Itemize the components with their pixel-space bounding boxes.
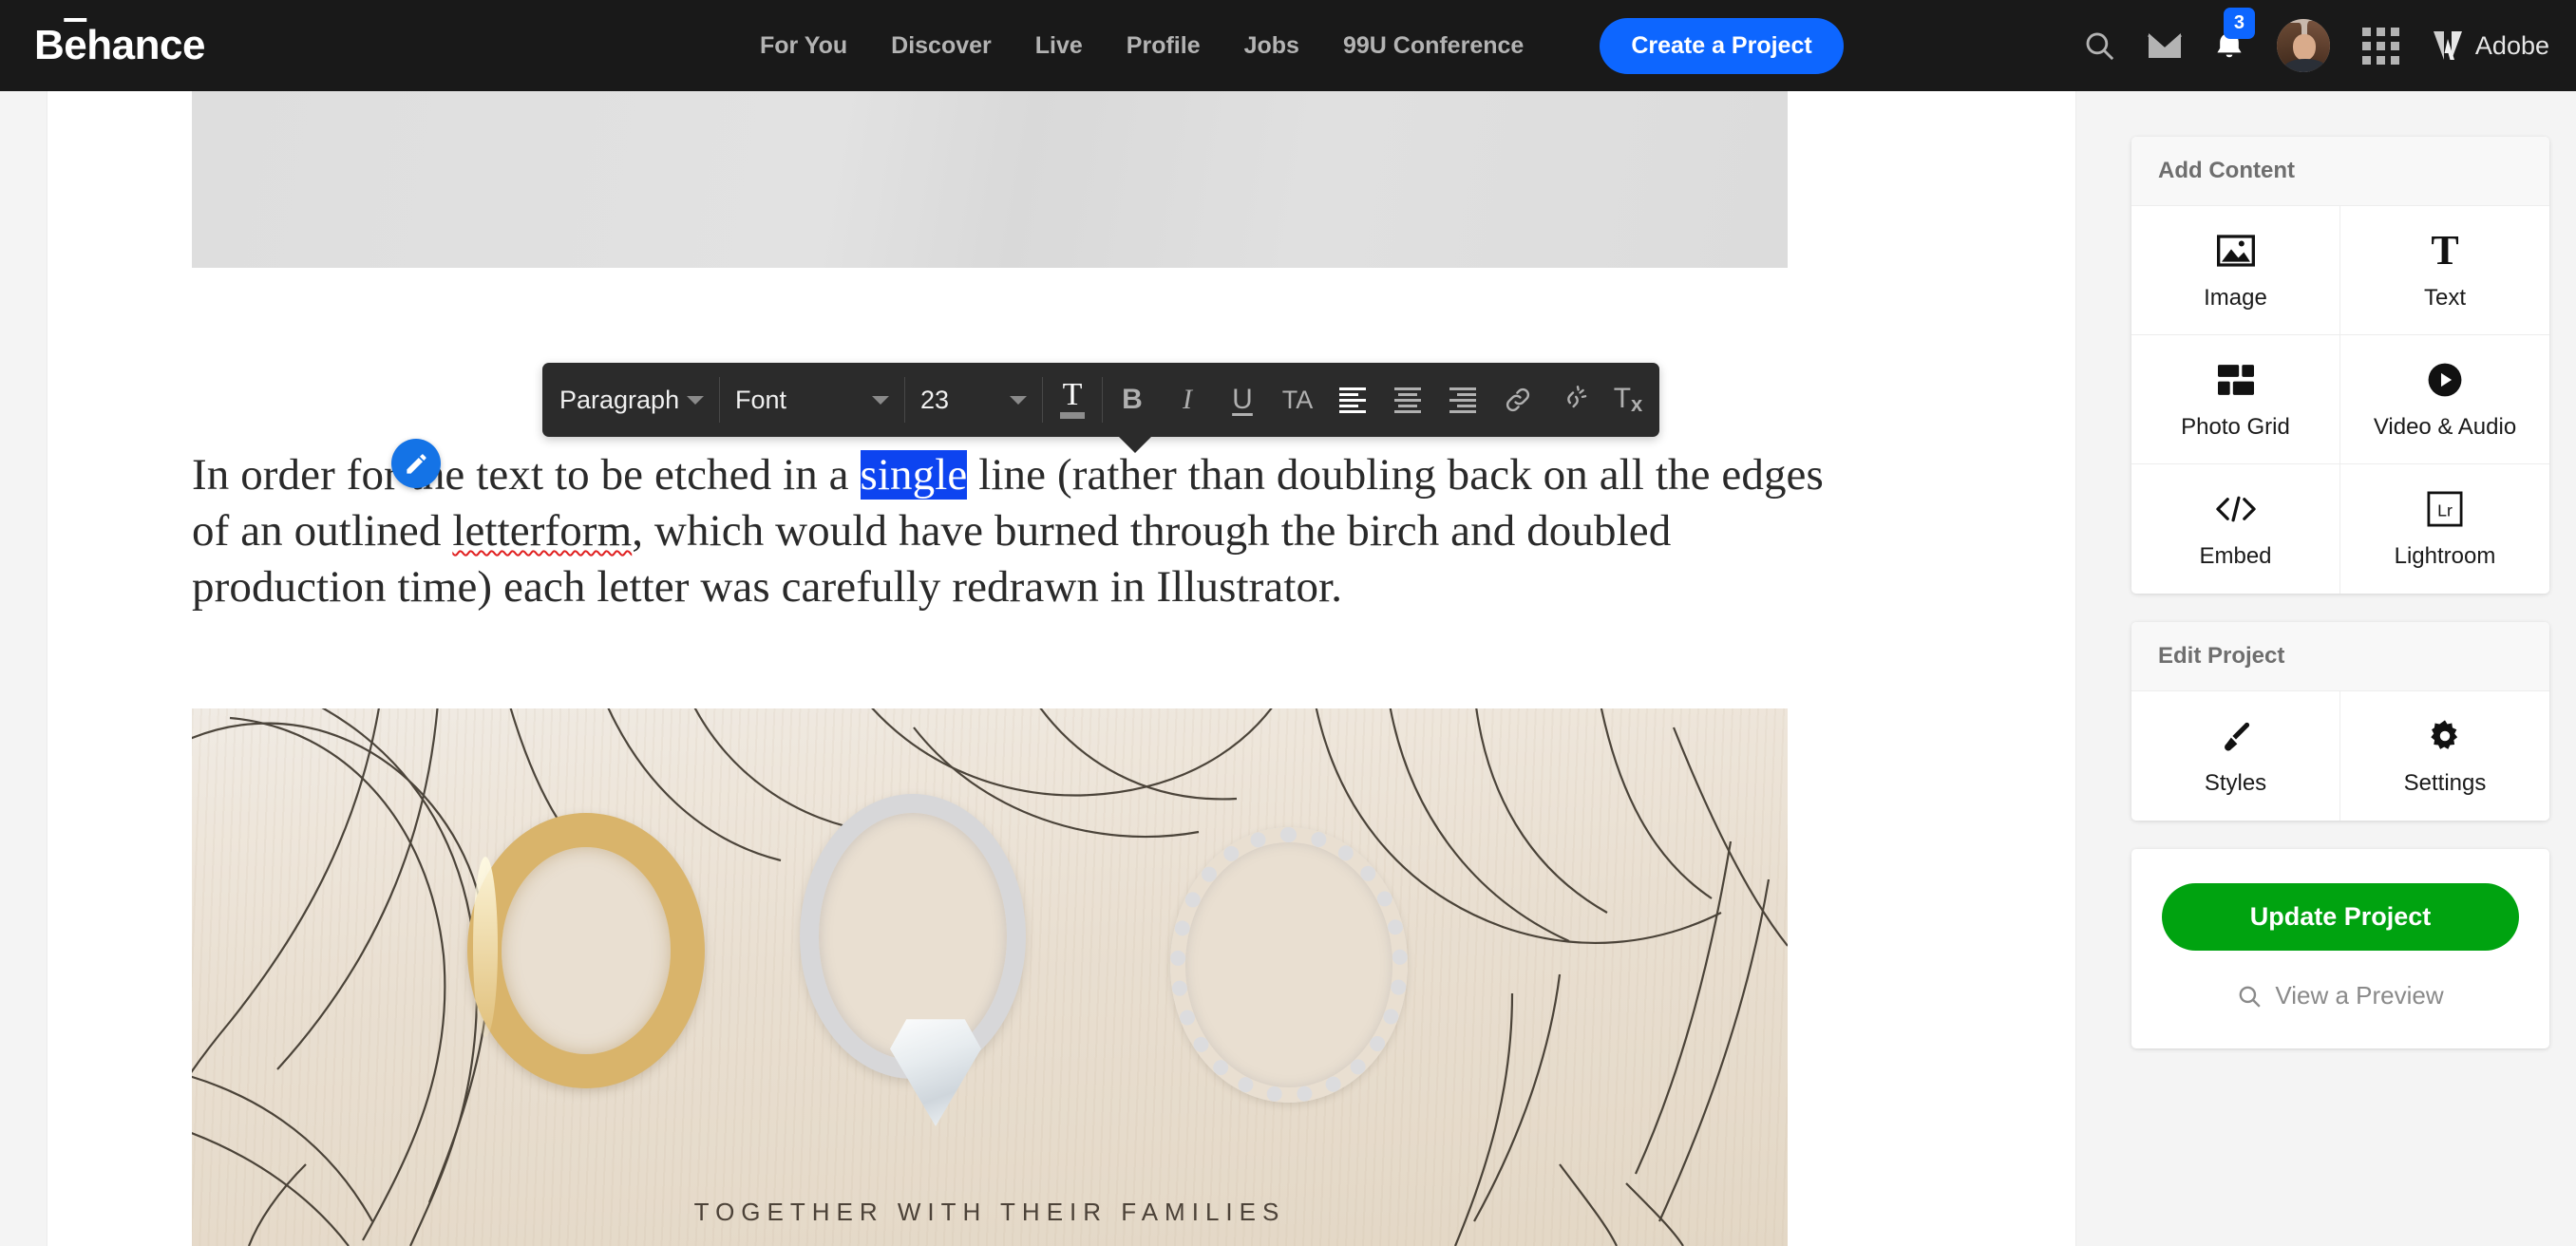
svg-text:Lr: Lr [2437, 501, 2453, 520]
add-photo-grid-label: Photo Grid [2181, 413, 2290, 440]
chevron-down-icon [1010, 395, 1027, 405]
paragraph-style-dropdown[interactable]: Paragraph [546, 377, 717, 423]
add-image-tile[interactable]: Image [2131, 206, 2340, 335]
text-color-icon: T [1062, 377, 1083, 412]
align-right-button[interactable] [1435, 373, 1490, 426]
add-video-audio-tile[interactable]: Video & Audio [2340, 335, 2549, 464]
view-preview-label: View a Preview [2275, 981, 2444, 1010]
edit-project-tiles: Styles Settings [2131, 691, 2549, 821]
engraved-caption: TOGETHER WITH THEIR FAMILIES [693, 1198, 1286, 1226]
add-photo-grid-tile[interactable]: Photo Grid [2131, 335, 2340, 464]
text-icon: T [2431, 226, 2459, 274]
image-icon [2216, 230, 2255, 272]
photo-grid-icon [2217, 359, 2254, 401]
align-center-button[interactable] [1380, 373, 1435, 426]
search-icon[interactable] [2083, 29, 2115, 62]
top-image-block[interactable] [192, 91, 1788, 268]
divider [1042, 377, 1043, 423]
paintbrush-icon [2219, 715, 2253, 757]
play-circle-icon [2427, 359, 2463, 401]
adobe-logo-icon [2433, 31, 2462, 60]
add-content-tiles: Image T Text Photo Grid Video & Audio Em… [2131, 206, 2549, 594]
photo-block-rings[interactable]: TOGETHER WITH THEIR FAMILIES [192, 708, 1788, 1246]
view-preview-link[interactable]: View a Preview [2162, 981, 2519, 1010]
paragraph-text-before: In order for the text to be etched in a [192, 450, 861, 500]
font-size-dropdown[interactable]: 23 [907, 377, 1040, 423]
nav-item-jobs[interactable]: Jobs [1244, 32, 1299, 60]
gear-icon [2427, 715, 2463, 757]
misspelled-word[interactable]: letterform [452, 506, 632, 556]
eternity-band-stones [1170, 827, 1408, 1103]
edit-block-button[interactable] [391, 439, 441, 488]
code-icon [2215, 488, 2257, 530]
add-text-tile[interactable]: T Text [2340, 206, 2549, 335]
nav-item-for-you[interactable]: For You [760, 32, 847, 60]
edit-project-panel: Edit Project Styles Settings [2131, 622, 2549, 821]
styles-tile[interactable]: Styles [2131, 691, 2340, 821]
align-left-icon [1339, 387, 1366, 413]
add-content-title: Add Content [2131, 137, 2549, 206]
bell-icon[interactable]: 3 [2214, 8, 2255, 63]
add-image-label: Image [2204, 284, 2267, 311]
italic-button[interactable]: I [1160, 373, 1215, 426]
link-button[interactable] [1490, 373, 1545, 426]
underline-button[interactable]: U [1215, 373, 1270, 426]
rich-text-toolbar: Paragraph Font 23 T B I U TA Tx [542, 363, 1659, 453]
current-color-swatch [1060, 412, 1085, 419]
nav-item-99u-conference[interactable]: 99U Conference [1343, 32, 1524, 60]
project-actions-panel: Update Project View a Preview [2131, 849, 2549, 1048]
divider [1102, 377, 1103, 423]
project-canvas: Paragraph Font 23 T B I U TA Tx In order… [47, 91, 2075, 1246]
selected-text: single [860, 450, 968, 500]
search-icon [2239, 986, 2262, 1008]
mail-icon[interactable] [2147, 32, 2182, 59]
align-center-icon [1394, 387, 1421, 413]
behance-logo[interactable]: Behance [34, 25, 205, 66]
gold-wedding-band [467, 813, 705, 1088]
unlink-icon [1567, 386, 1587, 408]
notification-badge: 3 [2223, 8, 2255, 39]
lightroom-icon: Lr [2427, 488, 2463, 530]
letter-spacing-button[interactable]: TA [1270, 373, 1325, 426]
chevron-down-icon [687, 395, 704, 405]
add-lightroom-label: Lightroom [2394, 543, 2496, 569]
bold-button[interactable]: B [1105, 373, 1160, 426]
app-grid-icon[interactable] [2361, 27, 2399, 65]
adobe-link[interactable]: Adobe [2432, 30, 2549, 61]
pencil-icon [406, 453, 426, 474]
create-a-project-button[interactable]: Create a Project [1600, 17, 1844, 74]
settings-label: Settings [2403, 770, 2487, 796]
align-right-icon [1449, 387, 1476, 413]
add-embed-tile[interactable]: Embed [2131, 464, 2340, 594]
editor-sidebar: Add Content Image T Text Photo Grid Vide… [2131, 137, 2549, 1077]
divider [904, 377, 905, 423]
font-family-dropdown[interactable]: Font [722, 377, 902, 423]
nav-item-profile[interactable]: Profile [1127, 32, 1201, 60]
chevron-down-icon [872, 395, 889, 405]
main-nav: For You Discover Live Profile Jobs 99U C… [760, 17, 1844, 74]
user-avatar[interactable] [2276, 19, 2330, 72]
add-embed-label: Embed [2199, 543, 2272, 569]
align-left-button[interactable] [1325, 373, 1380, 426]
clear-formatting-button[interactable]: Tx [1601, 373, 1656, 426]
add-text-label: Text [2423, 284, 2466, 311]
settings-tile[interactable]: Settings [2340, 691, 2549, 821]
add-lightroom-tile[interactable]: Lr Lightroom [2340, 464, 2549, 594]
header-actions: 3 Adobe [2083, 8, 2549, 72]
text-color-button[interactable]: T [1045, 373, 1100, 426]
styles-label: Styles [2204, 770, 2267, 796]
update-project-button[interactable]: Update Project [2162, 883, 2519, 951]
add-content-panel: Add Content Image T Text Photo Grid Vide… [2131, 137, 2549, 594]
edit-project-title: Edit Project [2131, 622, 2549, 691]
editor-page: Paragraph Font 23 T B I U TA Tx In order… [0, 91, 2576, 1246]
nav-item-discover[interactable]: Discover [891, 32, 992, 60]
nav-item-live[interactable]: Live [1035, 32, 1083, 60]
unlink-button[interactable] [1545, 373, 1601, 426]
link-icon [1506, 387, 1530, 412]
divider [719, 377, 720, 423]
add-video-audio-label: Video & Audio [2373, 413, 2517, 440]
top-navigation-bar: Behance For You Discover Live Profile Jo… [0, 0, 2576, 91]
adobe-label: Adobe [2474, 30, 2549, 60]
